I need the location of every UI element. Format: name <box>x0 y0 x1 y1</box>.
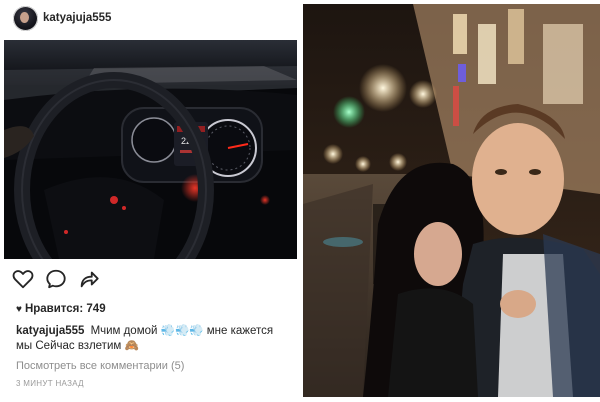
post-photo-car-dashboard[interactable]: 227 <box>4 40 297 259</box>
likes-label: Нравится: 749 <box>24 303 106 315</box>
caption-username[interactable]: katyajuja555 <box>16 325 84 337</box>
comment-bubble-icon[interactable] <box>45 268 67 290</box>
selfie-photo-night-street <box>303 4 600 397</box>
heart-outline-icon[interactable] <box>12 268 34 290</box>
post-header: katyajuja555 <box>0 0 301 40</box>
share-arrow-icon[interactable] <box>78 268 100 290</box>
likes-count[interactable]: ♥ Нравится: 749 <box>16 303 106 315</box>
profile-avatar[interactable] <box>13 6 38 31</box>
car-dashboard-image: 227 <box>4 40 297 259</box>
small-heart-icon: ♥ <box>16 304 22 315</box>
post-caption: katyajuja555 Мчим домой 💨💨💨 мне кажется … <box>16 324 288 354</box>
instagram-post: katyajuja555 227 ♥ Нравится: 749 katyaju… <box>0 0 301 402</box>
post-username[interactable]: katyajuja555 <box>43 12 111 24</box>
night-street-image <box>303 4 600 397</box>
post-actions <box>0 262 301 294</box>
post-timestamp: 3 МИНУТ НАЗАД <box>16 379 84 388</box>
view-all-comments-link[interactable]: Посмотреть все комментарии (5) <box>16 360 184 372</box>
